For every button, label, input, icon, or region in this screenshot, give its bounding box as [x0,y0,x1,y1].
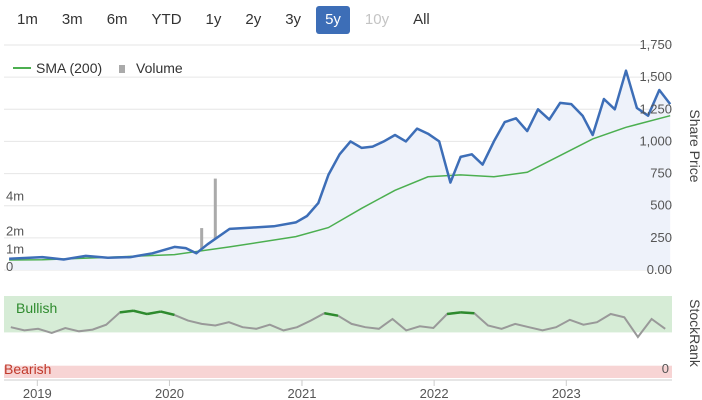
volume-tick-label: 0 [6,259,13,274]
price-tick-label: 1,500 [639,69,672,84]
x-axis: 2019 2020 2021 2022 2023 [4,379,672,400]
stockrank-axis-title: StockRank [687,299,702,368]
volume-tick-label: 1m [6,241,24,256]
stockrank-bullish-segment [119,309,134,314]
chart-legend: SMA (200) Volume [13,60,183,76]
bearish-label: Bearish [4,361,51,377]
legend-volume-label[interactable]: Volume [136,60,183,76]
share-price-chart: SMA (200) Volume 0.00 250 500 750 1,000 1,250… [4,37,702,400]
price-tick-label: 250 [650,230,672,245]
x-tick-label: 2019 [23,386,52,400]
stockrank-bullish-segment [446,311,461,316]
bearish-band [4,365,672,378]
price-area-fill [9,70,671,270]
price-tick-label: 0.00 [647,262,672,277]
bullish-label: Bullish [16,300,57,316]
price-axis-title: Share Price [687,109,702,182]
stockrank-bullish-segment [460,311,475,315]
volume-tick-label: 2m [6,224,24,239]
x-tick-label: 2023 [552,386,581,400]
price-tick-label: 1,750 [639,37,672,52]
stockrank-tick-label: 0 [662,361,669,376]
stockrank-panel: Bullish Bearish 0 [4,296,672,378]
x-tick-label: 2021 [288,386,317,400]
x-tick-label: 2020 [155,386,184,400]
price-tick-label: 500 [650,198,672,213]
bullish-band [4,296,672,333]
legend-volume-swatch [119,65,125,73]
volume-tick-label: 4m [6,188,24,203]
price-tick-label: 1,250 [639,101,672,116]
legend-sma-label[interactable]: SMA (200) [36,60,102,76]
x-tick-label: 2022 [420,386,449,400]
price-tick-label: 750 [650,166,672,181]
price-area [9,69,672,270]
price-tick-label: 1,000 [639,133,672,148]
